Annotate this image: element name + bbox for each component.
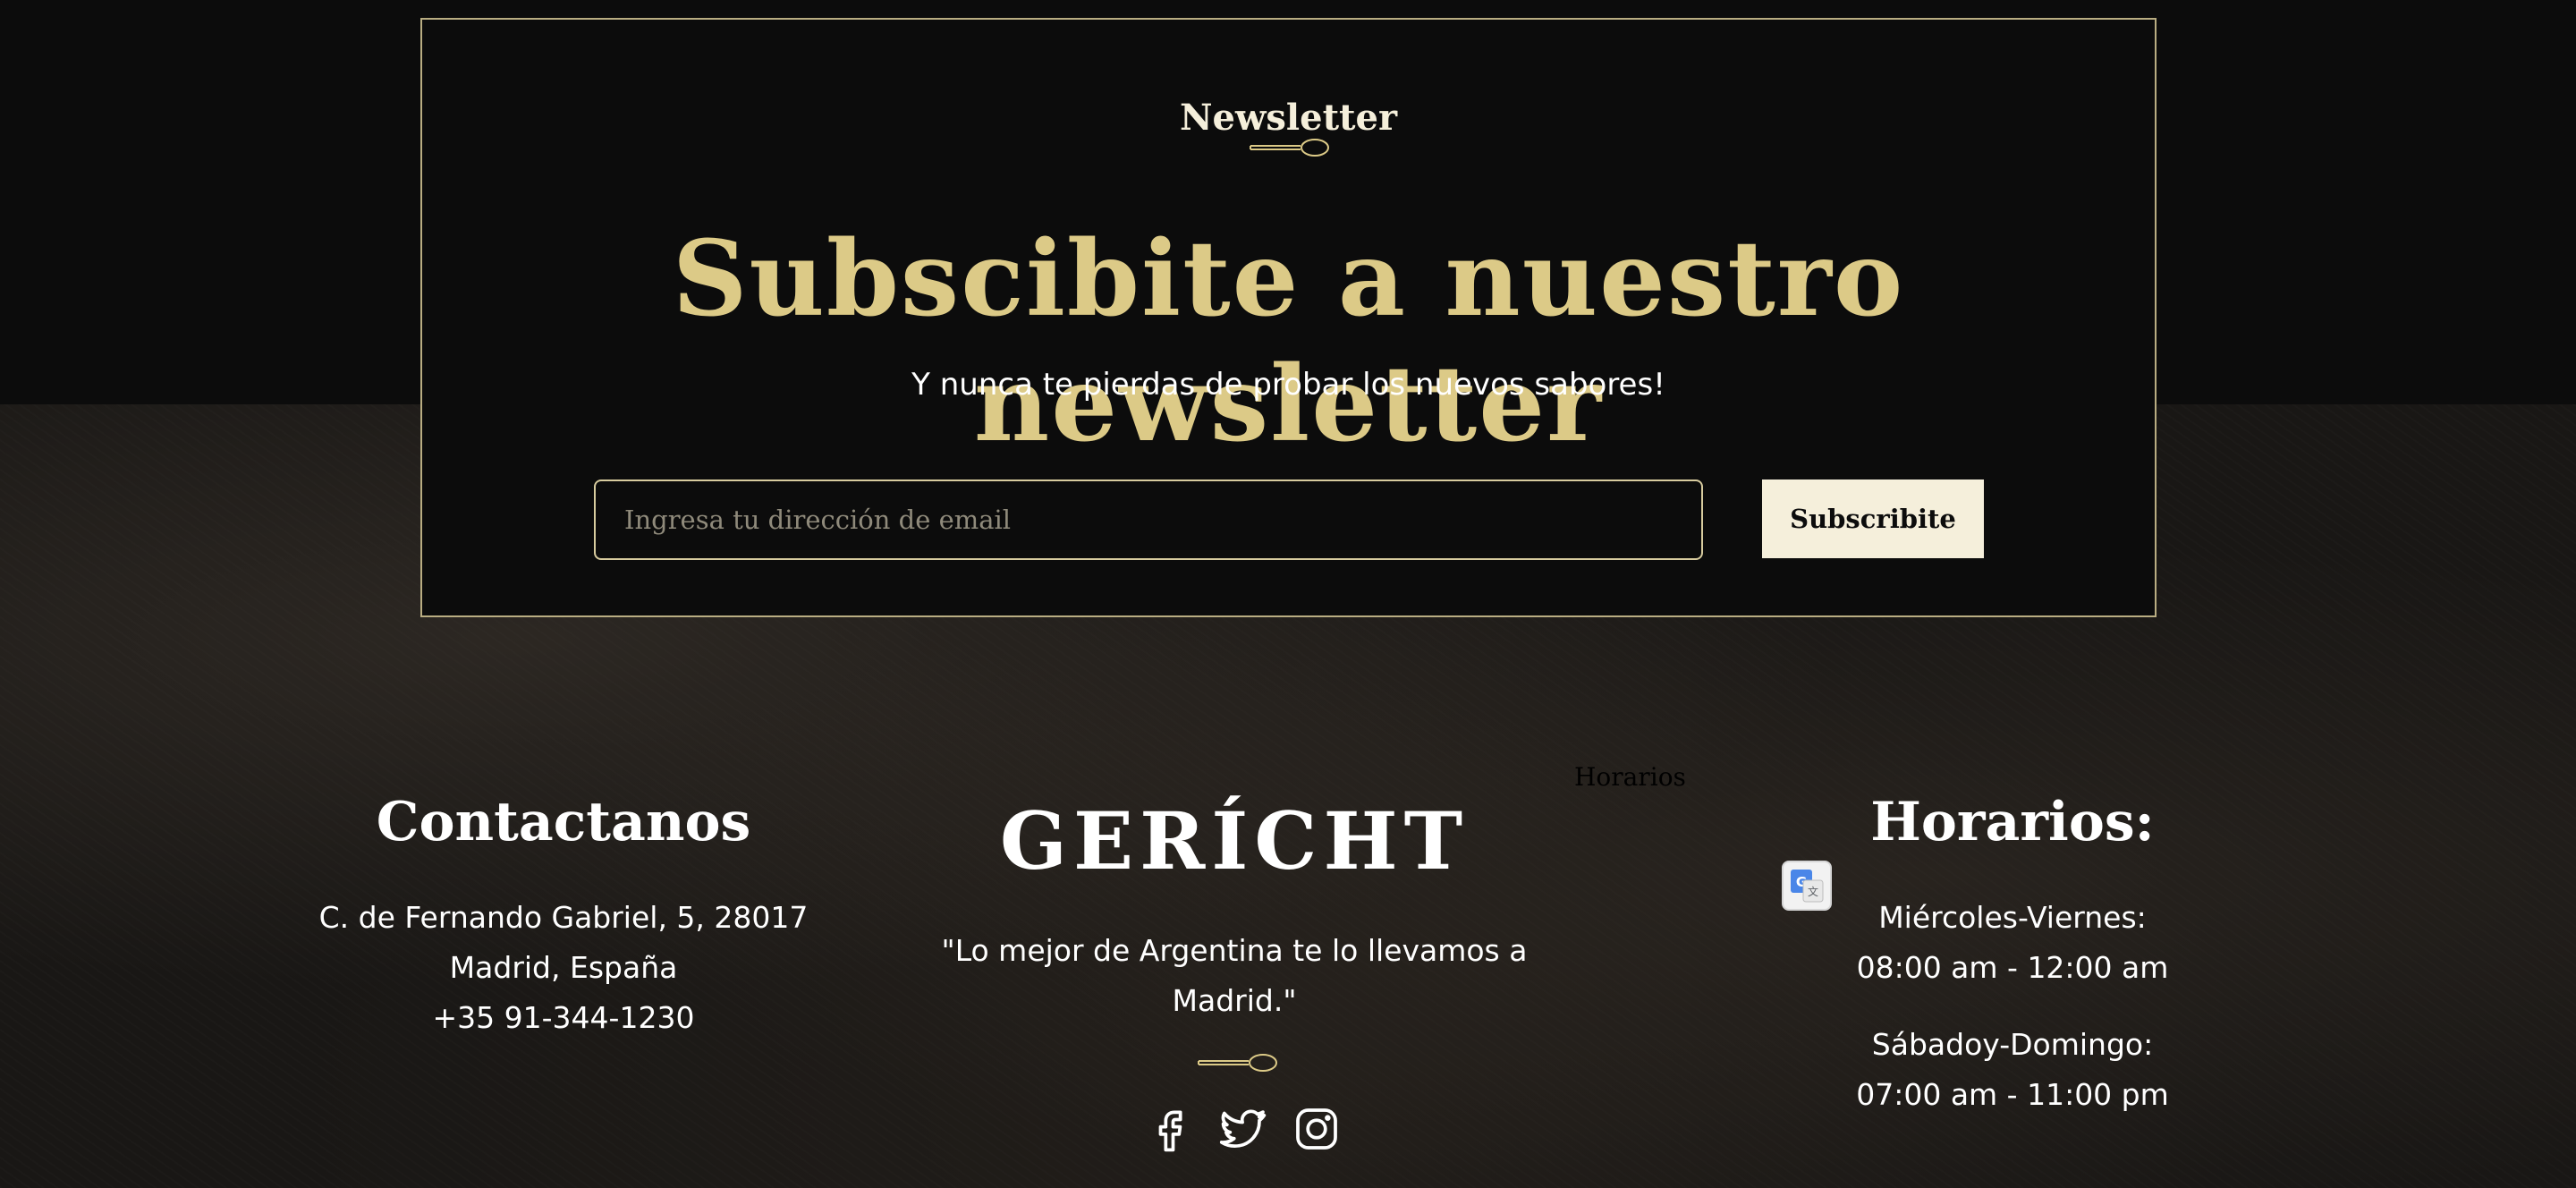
facebook-icon[interactable]	[1145, 1104, 1195, 1154]
hours-time: 07:00 am - 11:00 pm	[1856, 1077, 2169, 1112]
social-links	[1145, 1104, 1342, 1154]
instagram-icon[interactable]	[1292, 1104, 1342, 1154]
hours-stray-label: Horarios	[1574, 762, 1686, 792]
brand-logo: GERÍCHT	[999, 794, 1470, 887]
spoon-divider-icon	[1198, 1054, 1277, 1072]
twitter-icon[interactable]	[1218, 1104, 1268, 1154]
brand-quote: "Lo mejor de Argentina te lo llevamos a …	[941, 933, 1528, 1018]
newsletter-tagline: Y nunca te pierdas de probar los nuevos …	[911, 367, 1665, 403]
subscribe-button[interactable]: Subscribite	[1762, 479, 1984, 558]
contact-address: C. de Fernando Gabriel, 5, 28017 Madrid,…	[318, 900, 809, 985]
hours-time: 08:00 am - 12:00 am	[1856, 950, 2169, 985]
hours-days: Miércoles-Viernes:	[1878, 900, 2147, 935]
hours-title: Horarios:	[1870, 791, 2155, 853]
newsletter-headline: Subscibite a nuestro newsletter	[672, 218, 1905, 465]
spoon-divider-icon	[1250, 139, 1329, 157]
contact-title: Contactanos	[376, 791, 751, 853]
contact-phone: +35 91-344-1230	[432, 1000, 695, 1035]
newsletter-subtitle: Newsletter	[1179, 97, 1398, 139]
page: Newsletter Subscibite a nuestro newslett…	[0, 0, 2576, 1188]
email-input[interactable]	[594, 479, 1703, 560]
newsletter-section: Newsletter Subscibite a nuestro newslett…	[420, 18, 2157, 617]
hours-days: Sábadoy-Domingo:	[1871, 1027, 2154, 1062]
